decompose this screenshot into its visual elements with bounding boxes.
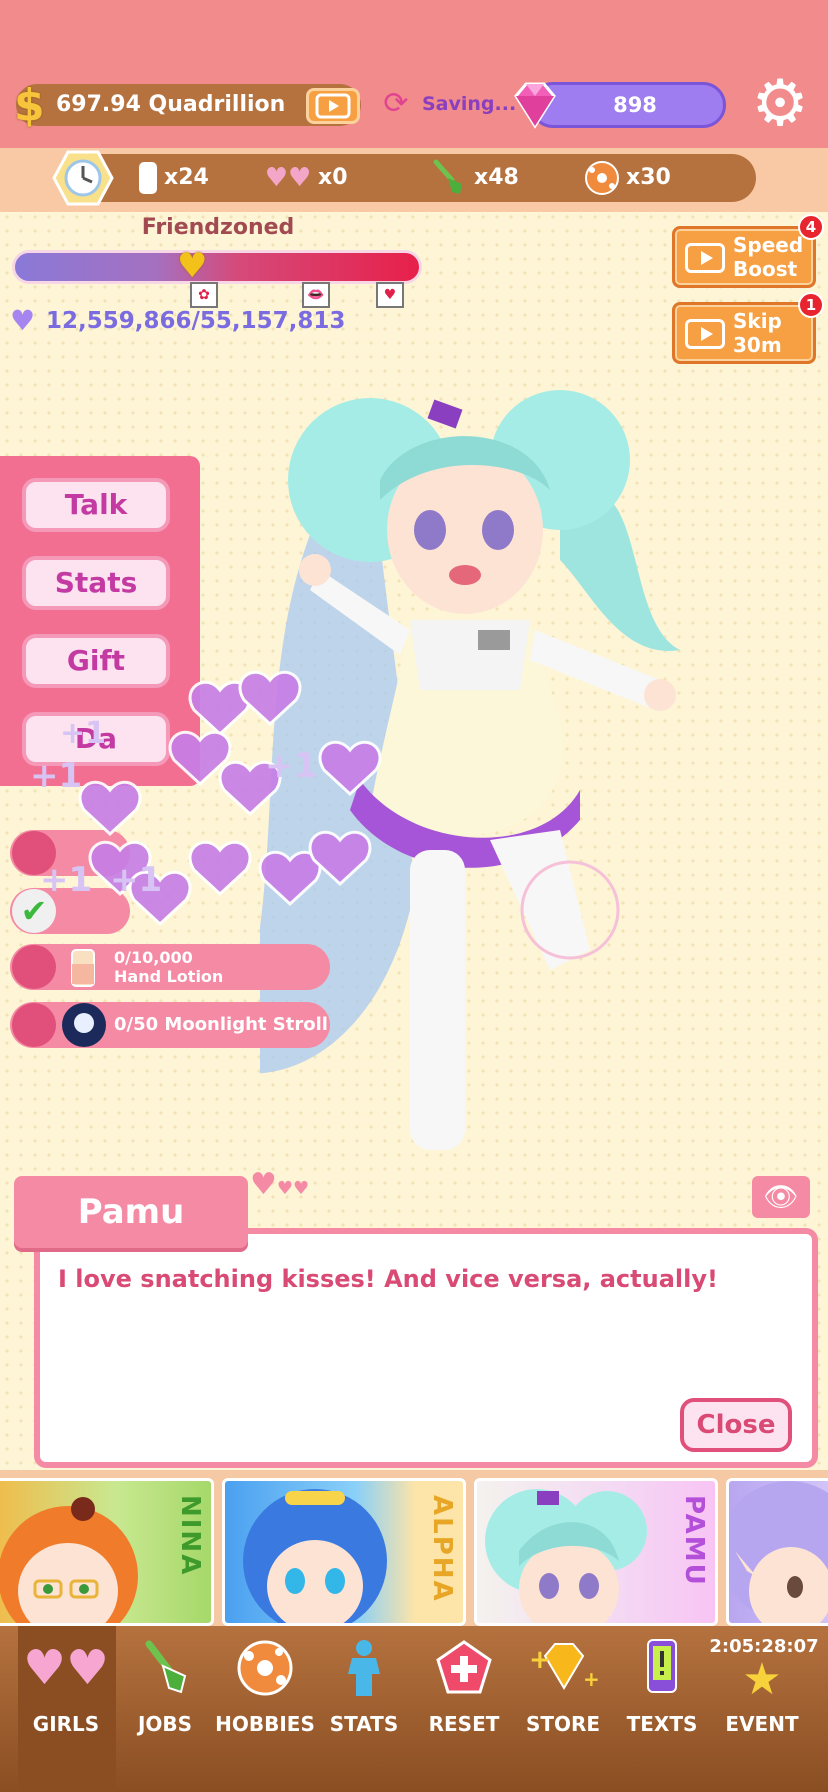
person-icon [314,1638,414,1698]
close-button[interactable]: Close [680,1398,792,1452]
gear-icon[interactable]: ⚙ [748,72,812,136]
nav-stats[interactable]: STATS [314,1636,414,1736]
card-count: x24 [164,165,209,190]
ball-count: x30 [626,165,671,190]
card-icon [130,158,166,198]
plus-one-text: +1 [110,860,163,900]
diamond-icon: + + [513,1638,613,1698]
svg-text:+: + [583,1667,600,1691]
girl-card-nina[interactable]: NINA [0,1478,214,1626]
hearts-icon: ♥♥ [264,163,312,193]
plus-one-text: +1 [30,756,83,796]
lotion-icon [66,946,100,990]
plus-one-text: +1 [265,746,318,786]
video-icon [315,93,351,119]
dialog-text: I love snatching kisses! And vice versa,… [58,1265,718,1293]
girl-name-alpha: ALPHA [427,1495,457,1603]
speed-boost-button[interactable]: Speed Boost [672,226,816,288]
affection-progress-bar [12,250,422,284]
nav-store[interactable]: + + STORE [513,1636,613,1736]
nav-hobbies[interactable]: HOBBIES [215,1636,315,1736]
ball-icon [584,158,620,198]
hearts-count: x0 [318,165,348,190]
speaker-name: Pamu [77,1192,185,1232]
hearts-icon: ♥♥ [22,1640,110,1696]
nav-jobs[interactable]: JOBS [115,1636,215,1736]
speed-boost-badge: 4 [798,214,824,240]
nina-portrait [0,1497,138,1623]
phone-icon [612,1638,712,1698]
nav-texts[interactable]: TEXTS [612,1636,712,1736]
floating-hearts-effect [78,670,382,926]
alpha-portrait [243,1489,387,1623]
moon-icon [62,1003,106,1047]
goal-checkbox [12,1003,56,1047]
plus-one-text: +1 [60,716,107,751]
skip-badge: 1 [798,292,824,318]
ball-icon [215,1638,315,1698]
nav-event-label: EVENT [725,1712,799,1736]
speed-boost-label: Speed Boost [733,233,804,281]
hearts-decoration-icon: ♥♥♥ [250,1167,310,1202]
eye-icon[interactable]: 👁 [752,1176,810,1218]
svg-text:+: + [529,1645,551,1675]
heart-card-marker-icon: ♥ [376,282,404,308]
saving-icon: ⟳ [383,86,409,121]
stats-button[interactable]: Stats [22,556,170,610]
girl-card-alpha[interactable]: ALPHA [222,1478,466,1626]
girl-card-next[interactable] [726,1478,828,1626]
heart-marker-icon: ♥ [177,246,208,286]
video-icon [685,243,725,273]
girl-name-pamu: PAMU [679,1495,709,1587]
relationship-level: Friendzoned [141,215,295,240]
clock-icon[interactable] [52,150,114,206]
nav-event[interactable]: ★ EVENT [712,1636,812,1737]
dollar-icon: $ [14,80,45,131]
skip-30m-button[interactable]: Skip 30m [672,302,816,364]
gem-count: 898 [613,93,657,117]
goal-checkbox [12,945,56,989]
pamu-portrait [485,1489,647,1623]
shovel-icon [430,158,466,198]
elf-portrait [729,1481,828,1623]
hand-lotion-label: Hand Lotion [114,967,224,986]
watch-video-button[interactable] [306,88,360,124]
star-icon: ★ [742,1654,782,1705]
girl-card-pamu[interactable]: PAMU [474,1478,718,1626]
saving-status: Saving... [422,93,517,115]
money-amount: 697.94 Quadrillion [56,92,286,117]
hand-lotion-count: 0/10,000 [114,948,193,967]
girl-name-nina: NINA [175,1495,205,1577]
affection-progress-text: 12,559,866/55,157,813 [46,308,346,334]
nav-reset[interactable]: RESET [414,1636,514,1736]
talk-button[interactable]: Talk [22,478,170,532]
video-icon [685,319,725,349]
nav-girls[interactable]: ♥♥ GIRLS [16,1636,116,1736]
shovel-count: x48 [474,165,519,190]
shovel-icon [115,1638,215,1698]
affection-heart-icon: ♥ [10,304,36,337]
moonlight-stroll-label: 0/50 Moonlight Stroll [114,1014,328,1035]
plus-one-text: +1 [40,860,93,900]
diamond-icon [506,80,564,132]
girl-selector: NINA ALPHA PAMU [0,1470,828,1628]
reset-icon [414,1638,514,1698]
